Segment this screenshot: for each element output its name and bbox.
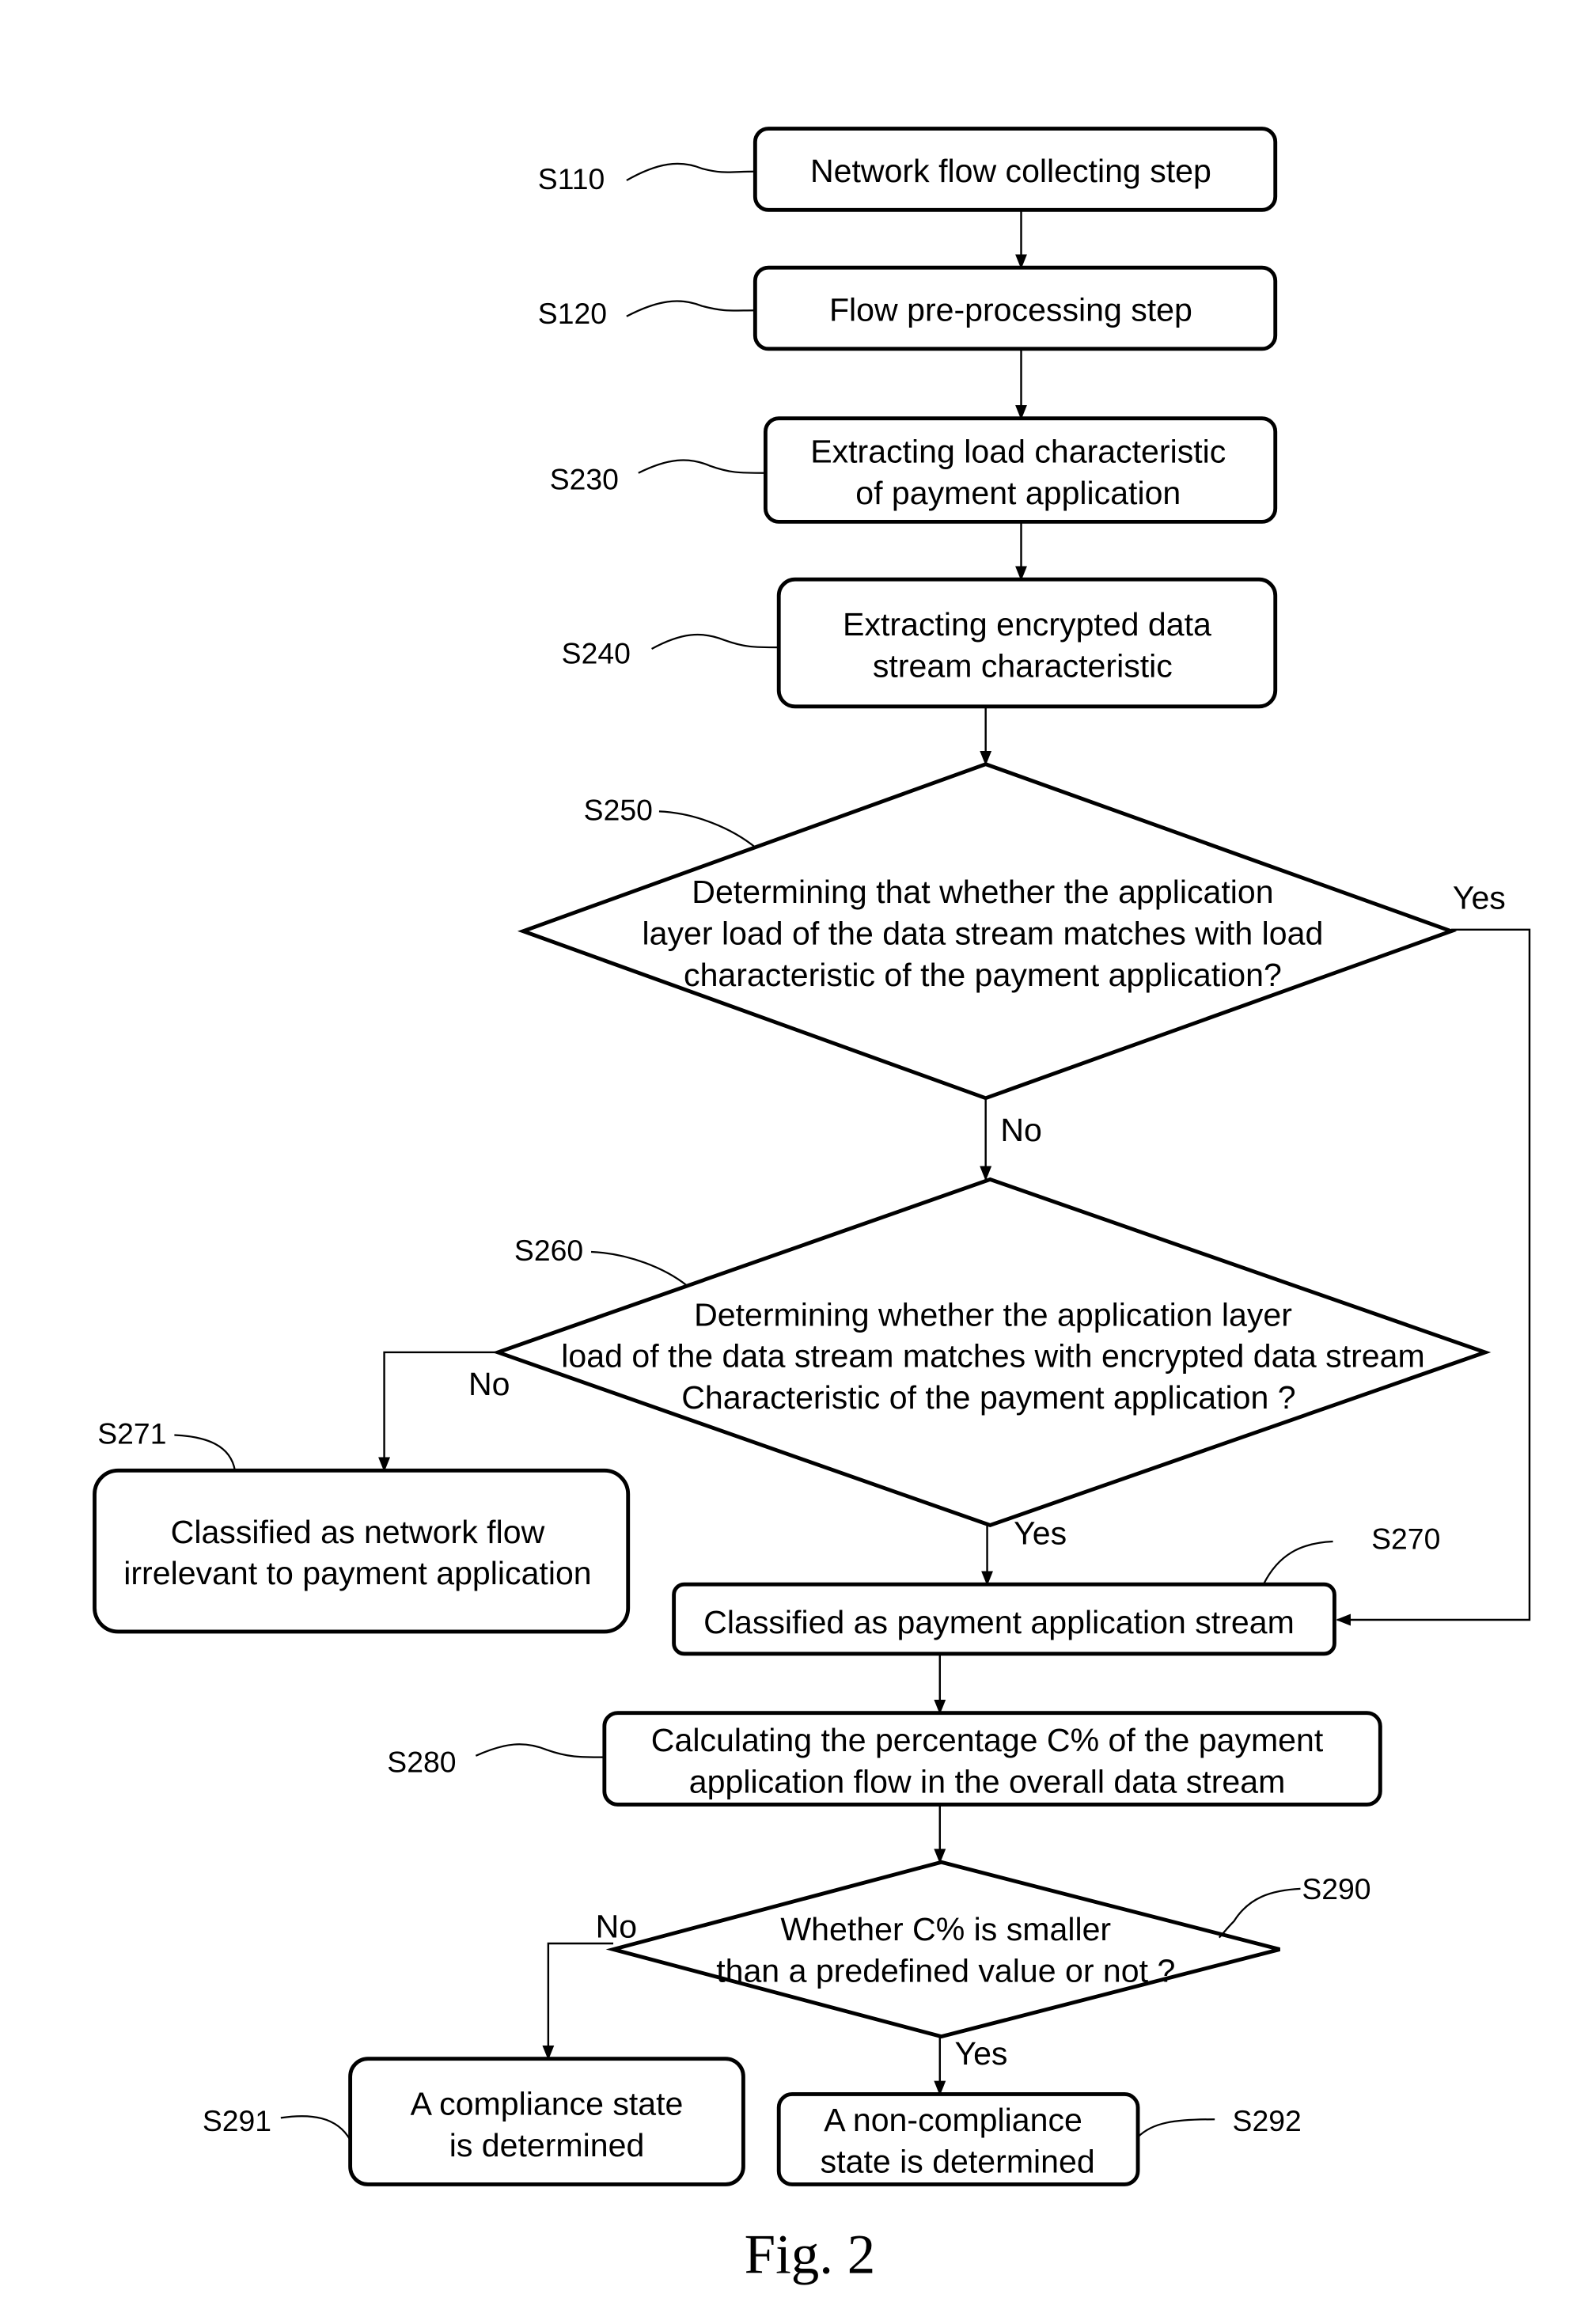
step-s230-line1: Extracting load characteristic (810, 434, 1226, 470)
step-s230-line2: of payment application (855, 475, 1181, 511)
label-s280: S280 (387, 1745, 456, 1778)
branch-s250-no: No (1000, 1112, 1042, 1148)
leader-s291 (280, 2115, 351, 2140)
decision-s250: Determining that whether the application… (517, 762, 1458, 1101)
label-s271: S271 (97, 1417, 166, 1450)
decision-s290-line1: Whether C% is smaller (780, 1911, 1111, 1947)
decision-s250-line2: layer load of the data stream matches wi… (643, 916, 1324, 952)
leader-s290 (1218, 1887, 1301, 1939)
branch-s290-yes: Yes (954, 2035, 1007, 2072)
leader-s292 (1137, 2118, 1215, 2138)
figure-caption: Fig. 2 (745, 2224, 876, 2285)
step-s110-text: Network flow collecting step (810, 153, 1211, 189)
label-s260: S260 (514, 1234, 583, 1267)
flowchart: Network flow collecting step S110 Flow p… (93, 127, 1531, 2285)
branch-s290-no: No (596, 1909, 638, 1945)
step-s291-line2: is determined (449, 2127, 645, 2163)
step-s271: Classified as network flow irrelevant to… (93, 1468, 631, 1634)
step-s291: A compliance state is determined (348, 2057, 745, 2186)
step-s240-line1: Extracting encrypted data (843, 606, 1211, 643)
decision-s250-line1: Determining that whether the application (692, 874, 1273, 910)
decision-s260-line1: Determining whether the application laye… (694, 1296, 1292, 1333)
leader-s260 (590, 1250, 688, 1287)
decision-s260-line2: load of the data stream matches with enc… (561, 1338, 1424, 1375)
label-s240: S240 (562, 637, 631, 670)
decision-s260: Determining whether the application laye… (492, 1177, 1492, 1528)
step-s292-line2: state is determined (821, 2143, 1095, 2179)
leader-s250 (658, 810, 757, 849)
step-s120-text: Flow pre-processing step (829, 291, 1192, 328)
step-s110: Network flow collecting step (753, 127, 1278, 212)
branch-s260-yes: Yes (1014, 1515, 1067, 1552)
decision-s290: Whether C% is smaller than a predefined … (605, 1860, 1280, 2039)
label-s290: S290 (1302, 1872, 1370, 1905)
step-s291-line1: A compliance state (411, 2086, 684, 2122)
step-s270-text: Classified as payment application stream (703, 1604, 1295, 1640)
arrow-s250-yes (1336, 928, 1531, 1626)
step-s280-line2: application flow in the overall data str… (689, 1763, 1286, 1799)
leader-s271 (174, 1434, 237, 1471)
step-s280-line1: Calculating the percentage C% of the pay… (651, 1722, 1324, 1758)
leader-s240 (651, 633, 779, 650)
leader-s270 (1262, 1540, 1333, 1585)
leader-s280 (475, 1743, 605, 1758)
decision-s290-line2: than a predefined value or not ? (716, 1953, 1175, 1989)
label-s250: S250 (584, 794, 653, 827)
step-s230: Extracting load characteristic of paymen… (763, 416, 1278, 524)
step-s120: Flow pre-processing step (753, 265, 1278, 351)
decision-s260-line3: Characteristic of the payment applicatio… (681, 1379, 1295, 1416)
step-s292: A non-compliance state is determined (776, 2092, 1140, 2186)
leader-s230 (638, 459, 766, 474)
step-s270: Classified as payment application stream (672, 1582, 1336, 1656)
step-s240: Extracting encrypted data stream charact… (776, 577, 1278, 709)
branch-s260-no: No (468, 1366, 510, 1402)
branch-s250-yes: Yes (1453, 880, 1506, 916)
label-s230: S230 (550, 462, 619, 495)
step-s271-line2: irrelevant to payment application (123, 1555, 591, 1591)
arrow-s290-no (542, 1942, 614, 2061)
label-s291: S291 (203, 2104, 271, 2137)
leader-s110 (626, 162, 756, 181)
step-s271-line1: Classified as network flow (171, 1514, 545, 1550)
step-s280: Calculating the percentage C% of the pay… (602, 1711, 1382, 1807)
decision-s250-line3: characteristic of the payment applicatio… (684, 957, 1282, 993)
leader-s120 (626, 300, 756, 317)
step-s292-line1: A non-compliance (824, 2102, 1082, 2138)
step-s240-line2: stream characteristic (873, 647, 1173, 684)
label-s292: S292 (1233, 2104, 1302, 2137)
label-s270: S270 (1371, 1522, 1440, 1555)
label-s110: S110 (538, 162, 605, 195)
label-s120: S120 (538, 297, 607, 330)
